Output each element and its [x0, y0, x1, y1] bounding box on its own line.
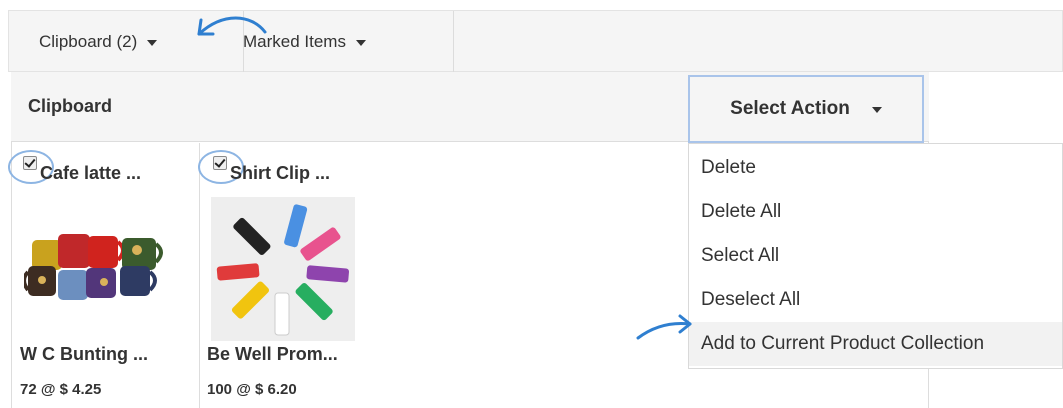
- caret-down-icon: [355, 40, 366, 46]
- caret-down-icon: [871, 107, 882, 113]
- annotation-arrow-icon: [636, 314, 692, 340]
- annotation-arrow-icon: [197, 16, 267, 36]
- select-action-label: Select Action: [730, 98, 850, 119]
- select-action-button[interactable]: Select Action: [688, 75, 924, 143]
- menu-item-add-to-collection[interactable]: Add to Current Product Collection: [689, 322, 1062, 366]
- product-supplier[interactable]: Be Well Prom...: [207, 344, 338, 365]
- menu-item-delete[interactable]: Delete: [689, 146, 1062, 190]
- menu-item-select-all[interactable]: Select All: [689, 234, 1062, 278]
- menu-item-deselect-all[interactable]: Deselect All: [689, 278, 1062, 322]
- tab-clipboard-label: Clipboard (2): [39, 32, 138, 51]
- product-image-mugs[interactable]: [24, 226, 170, 306]
- product-price: 100 @ $ 6.20: [207, 381, 297, 398]
- panel-title: Clipboard: [28, 96, 112, 116]
- product-name[interactable]: Cafe latte ...: [40, 163, 141, 184]
- product-name[interactable]: Shirt Clip ...: [230, 163, 330, 184]
- column-divider: [199, 143, 200, 408]
- product-supplier[interactable]: W C Bunting ...: [20, 344, 148, 365]
- menu-item-delete-all[interactable]: Delete All: [689, 190, 1062, 234]
- product-price: 72 @ $ 4.25: [20, 381, 102, 398]
- product-image-shirt-clips[interactable]: [211, 197, 355, 341]
- caret-down-icon: [147, 40, 158, 46]
- tab-bar: Clipboard (2) Marked Items: [8, 10, 1063, 73]
- select-action-menu: Delete Delete All Select All Deselect Al…: [688, 143, 1063, 369]
